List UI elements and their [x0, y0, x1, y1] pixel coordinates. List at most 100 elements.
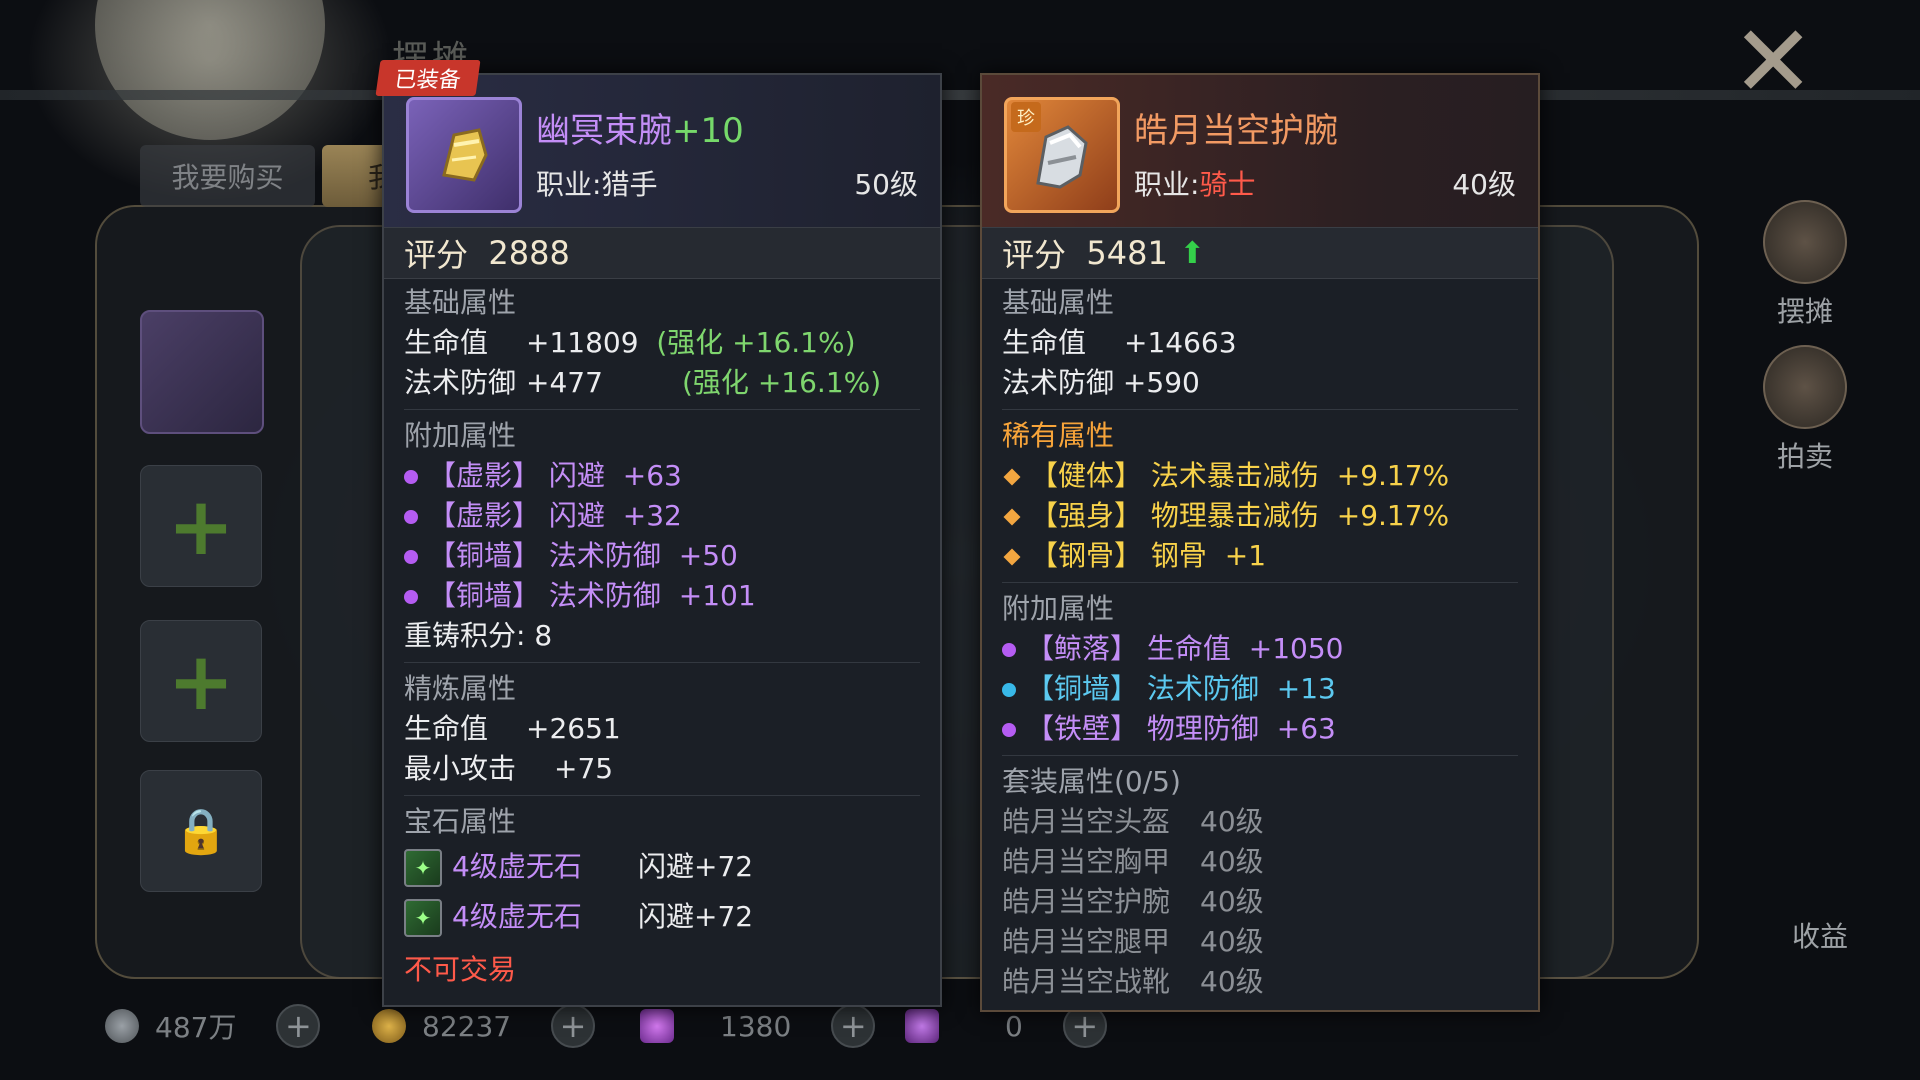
- attr-value: +477: [526, 366, 603, 399]
- attr-value: +14663: [1124, 326, 1237, 359]
- bullet-icon: [404, 510, 418, 524]
- arrow-up-icon: ⬆: [1179, 235, 1205, 271]
- trade-status: 不可交易: [404, 953, 517, 986]
- divider: [1002, 409, 1518, 410]
- stall-slot-item[interactable]: [140, 310, 264, 434]
- attr-value: +50: [678, 539, 738, 572]
- attr-row: 最小攻击 +75: [404, 749, 920, 789]
- compare-item-tooltip: 珍 皓月当空护腕 职业:骑士 40级 评分 5481 ⬆ 基础属性 生命值 +146…: [980, 73, 1540, 1012]
- attr-row: 法术防御 +477 (强化 +16.1%): [404, 363, 920, 403]
- section-title: 精炼属性: [404, 672, 517, 705]
- attr-value: +63: [1276, 712, 1336, 745]
- gold-coin-icon: [372, 1009, 406, 1043]
- attr-value: +9.17%: [1336, 459, 1450, 492]
- side-button-auction[interactable]: 拍卖: [1750, 345, 1860, 475]
- tab-buy[interactable]: 我要购买: [140, 145, 315, 207]
- score-bar: 评分 5481 ⬆: [982, 227, 1538, 279]
- add-currency-button[interactable]: +: [276, 1004, 321, 1048]
- side-button-label: 拍卖: [1776, 440, 1833, 473]
- section-title: 套装属性(0/5): [1002, 765, 1181, 798]
- attr-name: 生命值: [404, 712, 489, 745]
- reforge-points: 重铸积分: 8: [404, 619, 553, 652]
- item-name-text: 幽冥束腕: [536, 111, 672, 151]
- attr-row: 【铜墙】 法术防御 +101: [404, 576, 920, 616]
- set-piece-name: 皓月当空腿甲: [1002, 925, 1171, 958]
- attr-tag: 【铜墙】: [428, 579, 541, 612]
- class-label: 职业:: [536, 168, 602, 201]
- attr-row: 生命值 +2651: [404, 709, 920, 749]
- attr-row: 【钢骨】 钢骨 +1: [1002, 536, 1518, 576]
- set-piece-name: 皓月当空护腕: [1002, 885, 1171, 918]
- gem-effect: 闪避+72: [638, 850, 754, 883]
- stall-icon: [1763, 200, 1847, 284]
- diamond-bullet-icon: [1003, 468, 1021, 486]
- currency-value: 82237: [422, 1009, 512, 1043]
- divider: [1002, 582, 1518, 583]
- attr-tag: 【铜墙】: [1026, 672, 1139, 705]
- set-piece-level: 40级: [1200, 885, 1264, 918]
- attr-name: 生命值: [1002, 326, 1087, 359]
- stall-slot-add-button[interactable]: +: [140, 620, 262, 742]
- attr-value: +590: [1122, 366, 1200, 399]
- enhance-level: +10: [672, 111, 744, 151]
- extra-attributes: 附加属性 【鲸落】 生命值 +1050 【铜墙】 法术防御 +13 【铁壁】 物…: [982, 589, 1538, 749]
- auction-icon: [1763, 345, 1847, 429]
- attr-name: 物理防御: [1146, 712, 1259, 745]
- class-value: 猎手: [601, 168, 658, 201]
- set-piece-level: 40级: [1200, 925, 1264, 958]
- attr-name: 法术防御: [548, 579, 661, 612]
- set-piece: 皓月当空胸甲 40级: [1002, 842, 1518, 882]
- add-currency-button[interactable]: +: [831, 1004, 876, 1048]
- set-attributes: 套装属性(0/5) 皓月当空头盔 40级 皓月当空胸甲 40级 皓月当空护腕 40级 …: [982, 762, 1538, 1002]
- gem-effect: 闪避+72: [638, 900, 754, 933]
- set-piece: 皓月当空护腕 40级: [1002, 882, 1518, 922]
- tooltip-header: 珍 皓月当空护腕 职业:骑士 40级: [982, 75, 1538, 227]
- attr-name: 闪避: [548, 499, 605, 532]
- set-piece: 皓月当空头盔 40级: [1002, 802, 1518, 842]
- add-currency-button[interactable]: +: [551, 1004, 596, 1048]
- set-piece-name: 皓月当空战靴: [1002, 965, 1171, 998]
- close-icon[interactable]: ✕: [1731, 12, 1815, 112]
- stall-slot-add-button[interactable]: +: [140, 465, 262, 587]
- class-value: 骑士: [1199, 168, 1256, 201]
- attr-name: 生命值: [1146, 632, 1231, 665]
- base-attributes: 基础属性 生命值 +14663 法术防御 +590: [982, 279, 1538, 403]
- score-value: 5481: [1086, 234, 1168, 272]
- item-icon-frame: 珍: [1004, 97, 1120, 213]
- attr-tag: 【健体】: [1030, 459, 1143, 492]
- attr-name: 法术防御: [548, 539, 661, 572]
- gem-icon: ✦: [404, 849, 442, 887]
- side-button-stall[interactable]: 摆摊: [1750, 200, 1860, 330]
- side-button-label: 收益: [1791, 920, 1848, 953]
- attr-row: 【虚影】 闪避 +63: [404, 456, 920, 496]
- rare-attributes: 稀有属性 【健体】 法术暴击减伤 +9.17% 【强身】 物理暴击减伤 +9.1…: [982, 416, 1538, 576]
- equipped-item-tooltip: 幽冥束腕+10 职业:猎手 50级 评分 2888 基础属性 生命值 +11809…: [382, 73, 942, 1007]
- attr-bonus: (强化 +16.1%): [682, 366, 882, 399]
- attr-value: +101: [678, 579, 756, 612]
- attr-value: +9.17%: [1336, 499, 1450, 532]
- equipped-badge: 已装备: [375, 60, 481, 96]
- attr-row: 【鲸落】 生命值 +1050: [1002, 629, 1518, 669]
- stall-slot-locked[interactable]: 🔒: [140, 770, 262, 892]
- currency-silver: 487万 +: [105, 998, 321, 1054]
- purple-gem-icon: [640, 1009, 674, 1043]
- attr-row: 【虚影】 闪避 +32: [404, 496, 920, 536]
- plus-icon: +: [167, 634, 235, 728]
- attr-row: 【铜墙】 法术防御 +13: [1002, 669, 1518, 709]
- treasure-badge: 珍: [1011, 102, 1041, 132]
- currency-value: 1380: [720, 1009, 792, 1043]
- side-button-income[interactable]: 收益: [1780, 915, 1860, 955]
- attr-name: 法术防御: [1146, 672, 1259, 705]
- attr-tag: 【铜墙】: [428, 539, 541, 572]
- bullet-icon: [404, 550, 418, 564]
- item-level: 50级: [854, 168, 918, 201]
- attr-name: 物理暴击减伤: [1150, 499, 1319, 532]
- attr-name: 最小攻击: [404, 752, 517, 785]
- divider: [404, 409, 920, 410]
- section-title: 附加属性: [1002, 592, 1115, 625]
- set-piece-level: 40级: [1200, 965, 1264, 998]
- attr-value: +11809: [526, 326, 639, 359]
- top-ornament-bar: [0, 90, 1920, 100]
- attr-value: +1050: [1248, 632, 1344, 665]
- attr-tag: 【鲸落】: [1026, 632, 1139, 665]
